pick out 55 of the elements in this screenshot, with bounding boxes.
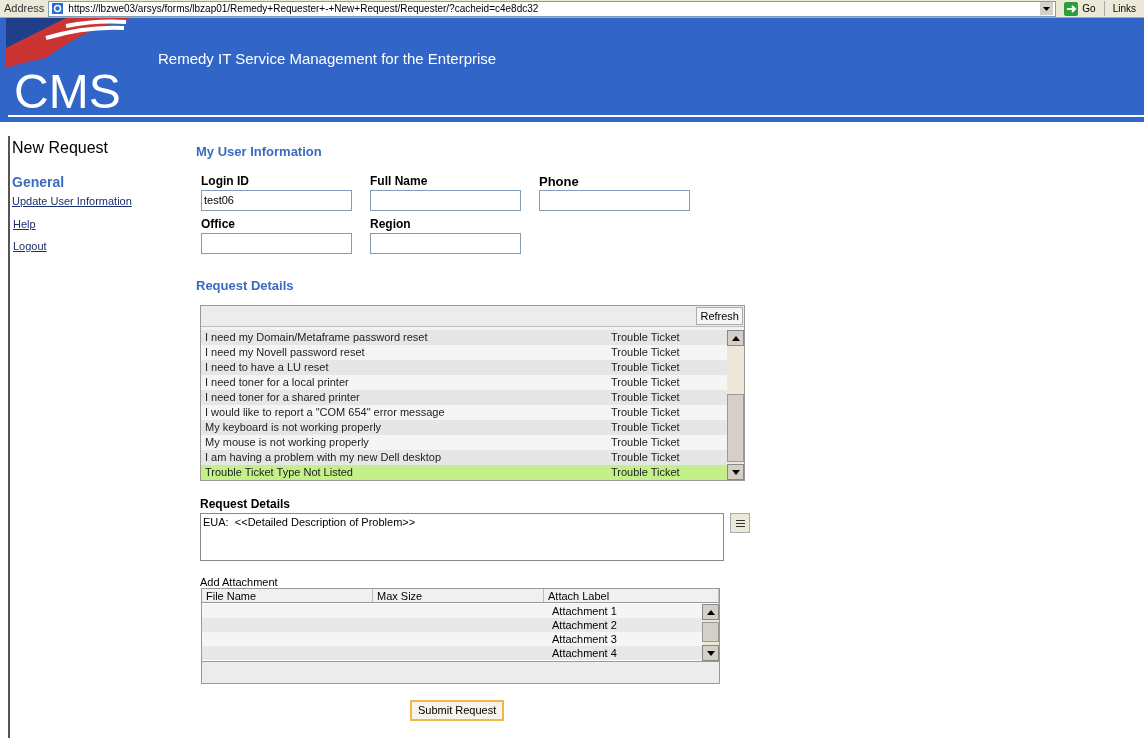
refresh-button[interactable]: Refresh bbox=[696, 307, 743, 325]
links-button[interactable]: Links bbox=[1103, 1, 1140, 16]
expand-button[interactable] bbox=[730, 513, 750, 533]
list-row[interactable]: My keyboard is not working properly Trouble Ticket bbox=[201, 420, 727, 435]
table-cell: Attachment 4 bbox=[552, 646, 617, 660]
field-label: Request Details bbox=[200, 496, 292, 513]
section-heading: Request Details bbox=[196, 276, 295, 295]
section-heading: General bbox=[12, 173, 66, 192]
scrollbar[interactable] bbox=[727, 330, 744, 480]
dropdown-icon[interactable] bbox=[1040, 2, 1054, 15]
lines-icon bbox=[735, 519, 745, 527]
field-label: Login ID bbox=[201, 172, 250, 190]
address-field[interactable]: https://lbzwe03/arsys/forms/lbzap01/Remedy+Requester+-+New+Request/Requester/?cacheid=c4e8dc32 bbox=[48, 0, 1057, 17]
scroll-down-icon[interactable] bbox=[727, 464, 744, 480]
scroll-thumb[interactable] bbox=[727, 394, 744, 462]
column-header: File Name bbox=[202, 589, 373, 602]
list-row[interactable]: I need to have a LU reset Trouble Ticket bbox=[201, 360, 727, 375]
browser-page-icon bbox=[51, 2, 65, 15]
sidebar-link[interactable]: Help bbox=[13, 215, 36, 232]
submit-button[interactable]: Submit Request bbox=[410, 700, 505, 721]
arrow-icon bbox=[1064, 1, 1079, 16]
section-heading: My User Information bbox=[196, 143, 323, 161]
field-label: Full Name bbox=[370, 172, 429, 190]
table-cell: Attachment 3 bbox=[552, 632, 617, 646]
list-row[interactable]: I need toner for a shared printer Trouble Ticket bbox=[201, 390, 727, 405]
table-cell: Attachment 1 bbox=[552, 604, 617, 618]
scroll-thumb[interactable] bbox=[702, 622, 719, 642]
input-field[interactable] bbox=[539, 189, 690, 211]
column-header: Attach Label bbox=[544, 589, 719, 602]
list-row[interactable]: I need my Domain/Metaframe password reset Trouble Ticket bbox=[201, 330, 727, 345]
input-field[interactable]: test06 bbox=[201, 189, 352, 211]
attachment-label: Add Attachment bbox=[200, 577, 279, 588]
input-field[interactable] bbox=[370, 232, 521, 254]
field-label: Region bbox=[370, 215, 412, 233]
page-title: New Request bbox=[12, 138, 110, 158]
field-label: Office bbox=[201, 215, 236, 233]
input-field[interactable] bbox=[370, 189, 521, 211]
details-field[interactable]: EUA: <<Detailed Description of Problem>> bbox=[200, 513, 724, 561]
column-header: Max Size bbox=[373, 589, 544, 602]
sidebar-link[interactable]: Logout bbox=[13, 238, 47, 255]
flag-icon bbox=[6, 18, 131, 68]
cms-logo: CMS bbox=[14, 68, 121, 116]
field-label: Phone bbox=[539, 172, 580, 190]
table-cell: Attachment 2 bbox=[552, 618, 617, 632]
go-button[interactable]: Go bbox=[1060, 1, 1100, 16]
sidebar-link[interactable]: Update User Information bbox=[12, 193, 132, 210]
scroll-down-icon[interactable] bbox=[702, 645, 719, 661]
scroll-up-icon[interactable] bbox=[727, 330, 744, 346]
input-field[interactable] bbox=[201, 232, 352, 254]
list-row[interactable]: Trouble Ticket Type Not Listed Trouble Ticket bbox=[201, 465, 727, 480]
scrollbar[interactable] bbox=[702, 604, 719, 661]
banner-title: Remedy IT Service Management for the Enterprise bbox=[158, 49, 497, 69]
list-row[interactable]: I am having a problem with my new Dell desktop Trouble Ticket bbox=[201, 450, 727, 465]
scroll-up-icon[interactable] bbox=[702, 604, 719, 620]
address-label: Address bbox=[4, 1, 45, 17]
